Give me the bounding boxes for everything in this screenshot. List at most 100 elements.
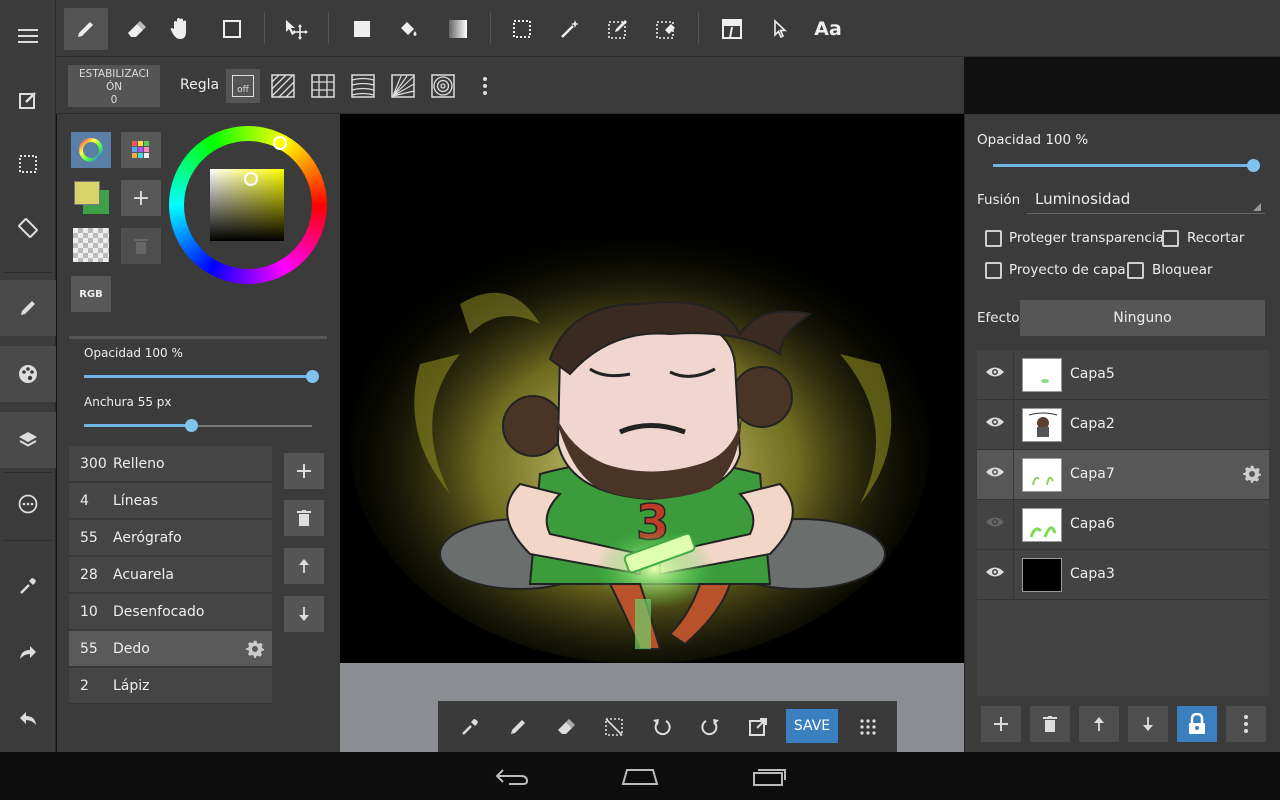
ruler-parallel-button[interactable] (266, 69, 300, 103)
magic-wand-tool-button[interactable] (548, 8, 592, 50)
select-pen-tool-button[interactable] (596, 8, 640, 50)
quick-menu-button[interactable] (850, 709, 886, 745)
foreground-color-swatch[interactable] (74, 181, 100, 205)
move-layer-down-button[interactable] (1128, 706, 1168, 742)
home-button[interactable] (610, 762, 670, 790)
rotate-screen-icon[interactable] (0, 200, 56, 256)
ruler-curve-button[interactable] (346, 69, 380, 103)
transparent-color-swatch[interactable] (73, 228, 109, 262)
back-button[interactable] (482, 762, 542, 790)
draft-layer-checkbox[interactable] (985, 262, 1002, 279)
layer-row-selected[interactable]: Capa7 (977, 450, 1269, 500)
hand-tool-button[interactable] (158, 8, 202, 50)
eye-icon[interactable] (985, 365, 1005, 379)
brush-item[interactable]: 10 Desenfocado (69, 594, 272, 630)
bucket-tool-button[interactable] (386, 8, 430, 50)
delete-layer-button[interactable] (1030, 706, 1070, 742)
shape-tool-button[interactable] (210, 8, 254, 50)
select-rect-tool-button[interactable] (500, 8, 544, 50)
sv-picker-knob[interactable] (244, 172, 258, 186)
eye-icon[interactable] (985, 565, 1005, 579)
brush-panel-icon[interactable] (0, 280, 56, 336)
rotate-right-button[interactable] (692, 709, 728, 745)
add-color-button[interactable]: + (121, 180, 161, 216)
ruler-more-button[interactable] (468, 69, 502, 103)
gear-icon[interactable] (1243, 465, 1261, 483)
fullscreen-button[interactable] (740, 709, 776, 745)
add-brush-button[interactable] (284, 453, 324, 489)
layer-row[interactable]: Capa2 (977, 400, 1269, 450)
clipping-checkbox[interactable] (1162, 230, 1179, 247)
brush-item[interactable]: 2 Lápiz (69, 668, 272, 704)
eye-icon[interactable] (985, 415, 1005, 429)
move-brush-up-button[interactable] (284, 548, 324, 584)
lock-checkbox[interactable] (1127, 262, 1144, 279)
text-tool-button[interactable]: Aa (806, 8, 850, 50)
stabilization-button[interactable]: ESTABILIZACIÓN 0 (68, 65, 160, 107)
eraser-tool-button[interactable] (114, 8, 158, 50)
canvas-area[interactable]: 3 (340, 114, 964, 752)
move-brush-down-button[interactable] (284, 596, 324, 632)
rotate-left-button[interactable] (644, 709, 680, 745)
edit-icon[interactable] (0, 72, 56, 128)
layer-row[interactable]: Capa3 (977, 550, 1269, 600)
effect-button[interactable]: Ninguno (1020, 300, 1265, 336)
fill-rect-tool-button[interactable] (340, 8, 384, 50)
rgb-mode-button[interactable]: RGB (71, 276, 111, 312)
save-button[interactable]: SAVE (786, 709, 838, 743)
ruler-concentric-button[interactable] (426, 69, 460, 103)
quick-deselect-button[interactable] (596, 709, 632, 745)
gradient-tool-button[interactable] (436, 8, 480, 50)
lock-layer-button[interactable] (1177, 706, 1217, 742)
fg-bg-colors[interactable] (71, 178, 115, 218)
layer-opacity-knob[interactable] (1247, 159, 1260, 172)
brush-opacity-slider[interactable] (84, 375, 312, 378)
layer-more-button[interactable] (1226, 706, 1266, 742)
add-layer-button[interactable] (981, 706, 1021, 742)
redo-icon[interactable] (0, 624, 56, 680)
selection-icon[interactable] (0, 136, 56, 192)
delete-brush-button[interactable] (284, 500, 324, 536)
select-eraser-tool-button[interactable] (644, 8, 688, 50)
menu-icon[interactable] (0, 8, 56, 64)
delete-color-button[interactable] (121, 228, 161, 264)
quick-pen-button[interactable] (500, 709, 536, 745)
gear-icon[interactable] (246, 640, 264, 658)
ruler-perspective-button[interactable] (386, 69, 420, 103)
brush-item[interactable]: 300 Relleno (69, 446, 272, 482)
protect-transparency-checkbox[interactable] (985, 230, 1002, 247)
blend-mode-select[interactable]: Luminosidad (1027, 184, 1265, 214)
quick-eyedropper-button[interactable] (452, 709, 488, 745)
layer-row[interactable]: Capa6 (977, 500, 1269, 550)
color-panel-icon[interactable] (0, 346, 56, 402)
brush-item-selected[interactable]: 55 Dedo (69, 631, 272, 667)
undo-icon[interactable] (0, 690, 56, 746)
brush-item[interactable]: 55 Aerógrafo (69, 520, 272, 556)
brush-width-slider[interactable] (84, 424, 192, 427)
quick-eraser-button[interactable] (548, 709, 584, 745)
layer-row[interactable]: Capa5 (977, 350, 1269, 400)
move-tool-button[interactable] (274, 8, 318, 50)
frame-tool-button[interactable] (710, 8, 754, 50)
hue-picker-knob[interactable] (273, 136, 287, 150)
move-layer-up-button[interactable] (1079, 706, 1119, 742)
brush-opacity-knob[interactable] (306, 370, 319, 383)
pen-tool-button[interactable] (64, 8, 108, 50)
more-circle-icon[interactable] (0, 476, 56, 532)
hue-ring[interactable] (169, 126, 327, 284)
recents-button[interactable] (740, 762, 800, 790)
color-palette-mode-button[interactable] (121, 132, 161, 168)
drawing-canvas[interactable]: 3 (340, 114, 964, 663)
eye-hidden-icon[interactable] (985, 515, 1005, 529)
brush-width-knob[interactable] (185, 419, 198, 432)
color-wheel-mode-button[interactable] (71, 132, 111, 168)
ruler-grid-button[interactable] (306, 69, 340, 103)
eyedropper-icon[interactable] (0, 558, 56, 614)
layers-panel-icon[interactable] (0, 412, 56, 468)
brush-item[interactable]: 28 Acuarela (69, 557, 272, 593)
layer-opacity-slider[interactable] (993, 164, 1253, 167)
cursor-tool-button[interactable] (758, 8, 802, 50)
ruler-off-button[interactable]: off (226, 69, 260, 103)
brush-item[interactable]: 4 Líneas (69, 483, 272, 519)
eye-icon[interactable] (985, 465, 1005, 479)
